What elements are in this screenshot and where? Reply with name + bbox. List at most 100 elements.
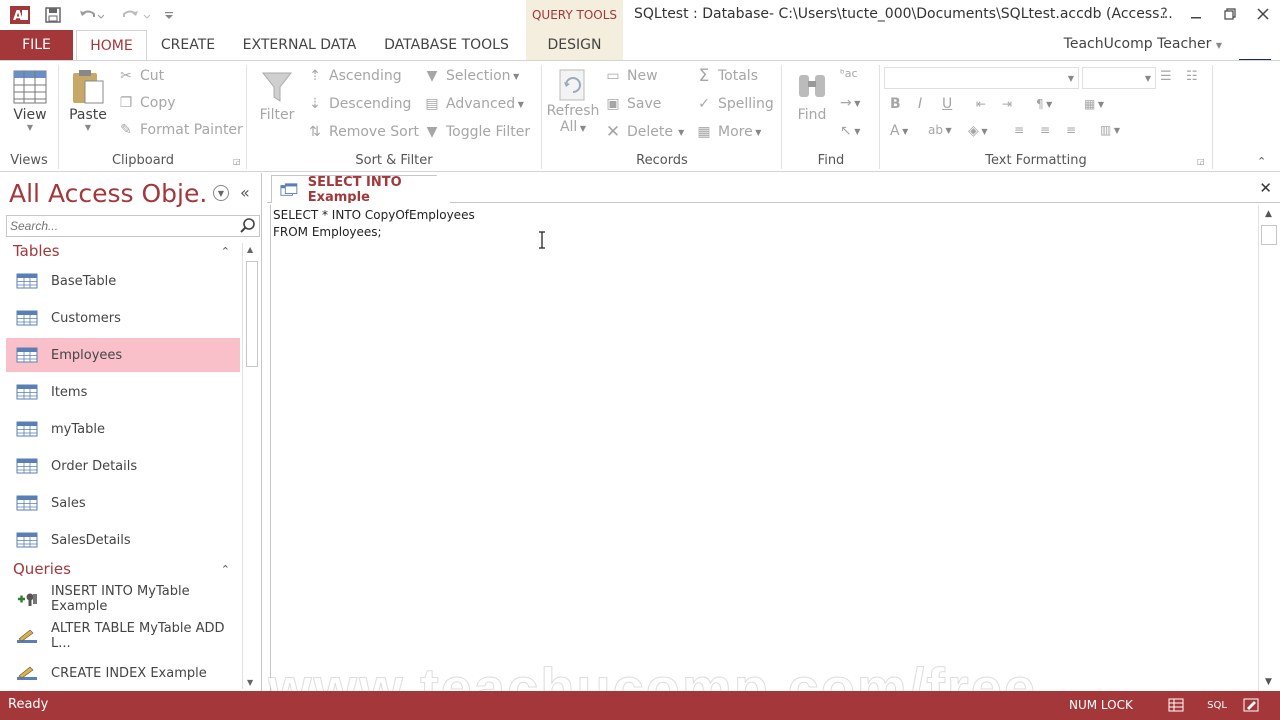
fill-color-button[interactable]: ◈ ▼ [968, 123, 987, 139]
document-tab[interactable]: SELECT INTO Example [271, 175, 451, 203]
minimize-button[interactable] [1182, 3, 1210, 25]
nav-item-table[interactable]: Items [6, 375, 240, 409]
datasheet-view-icon[interactable] [1166, 696, 1186, 714]
align-center-button[interactable]: ≡ [1040, 123, 1050, 137]
search-icon[interactable] [238, 217, 258, 235]
filter-button[interactable]: Filter [254, 67, 300, 123]
selection-button[interactable]: ▼ Selection ▼ [423, 67, 520, 85]
nav-item-table[interactable]: SalesDetails [6, 523, 240, 557]
totals-button[interactable]: Σ Totals [695, 66, 758, 86]
nav-item-table[interactable]: myTable [6, 412, 240, 446]
nav-item-query[interactable]: ALTER TABLE MyTable ADD L... [6, 619, 240, 653]
scroll-up-icon[interactable]: ▲ [247, 245, 253, 254]
collapse-ribbon-icon[interactable]: ⌃ [1257, 155, 1266, 168]
paragraph-direction-button[interactable]: ¶ ▼ [1036, 97, 1052, 111]
tab-external-data[interactable]: EXTERNAL DATA [232, 30, 367, 60]
save-icon[interactable] [42, 4, 64, 26]
scissors-icon: ✂ [120, 68, 132, 84]
tab-file[interactable]: FILE [0, 30, 73, 60]
refresh-all-button[interactable]: Refresh All ▼ [546, 67, 600, 135]
delete-record-button[interactable]: ✕ Delete ▼ [604, 122, 684, 142]
scroll-down-icon[interactable]: ▼ [1265, 677, 1272, 687]
increase-indent-button[interactable]: ⇥ [1002, 97, 1012, 111]
cut-button[interactable]: ✂ Cut [117, 67, 164, 85]
bullets-button[interactable]: ☰ [1160, 69, 1172, 84]
section-header-queries[interactable]: Queries ⌃ [6, 558, 240, 580]
decrease-indent-button[interactable]: ⇤ [976, 97, 986, 111]
find-button[interactable]: Find [790, 67, 834, 123]
search-input[interactable] [6, 215, 260, 237]
nav-item-table[interactable]: Sales [6, 486, 240, 520]
tab-home[interactable]: HOME [76, 30, 147, 61]
ascending-button[interactable]: ⇡ Ascending [306, 67, 401, 85]
replace-button[interactable]: ᵇac [840, 67, 858, 80]
alternate-row-color-button[interactable]: ▥ ▼ [1100, 123, 1120, 137]
bold-button[interactable]: B [890, 96, 901, 112]
font-name-select[interactable]: ▼ [884, 67, 1079, 89]
nav-scrollbar-thumb[interactable] [246, 261, 258, 367]
descending-label: Descending [329, 96, 412, 112]
copy-button[interactable]: ❐ Copy [117, 94, 176, 112]
customize-qat-icon[interactable] [162, 4, 176, 26]
nav-item-table[interactable]: Employees [6, 338, 240, 372]
sql-view-button[interactable]: SQL [1202, 696, 1232, 714]
nav-item-query[interactable]: INSERT INTO MyTable Example [6, 582, 240, 616]
chevron-down-icon[interactable]: ▼ [213, 185, 229, 201]
spelling-button[interactable]: ✓ Spelling [695, 95, 774, 113]
user-account[interactable]: TeachUcomp Teacher ▼ [1064, 36, 1222, 52]
remove-sort-button[interactable]: ⇅ Remove Sort [306, 123, 419, 141]
advanced-button[interactable]: ▤ Advanced ▼ [423, 95, 523, 113]
design-view-icon[interactable] [1240, 696, 1262, 714]
editor-scrollbar-thumb[interactable] [1261, 225, 1277, 245]
help-button[interactable]: ? [1150, 3, 1178, 25]
nav-item-table[interactable]: Customers [6, 301, 240, 335]
view-button[interactable]: View ▼ [8, 67, 52, 132]
sigma-icon: Σ [698, 66, 710, 86]
italic-button[interactable]: I [918, 96, 922, 112]
close-window-button[interactable] [1249, 3, 1277, 25]
select-button[interactable]: ↖ ▼ [840, 123, 860, 139]
gridlines-button[interactable]: ▦ ▼ [1084, 97, 1104, 111]
editor-scrollbar[interactable]: ▲ ▼ [1258, 205, 1280, 691]
more-button[interactable]: ▦ More ▼ [695, 123, 761, 141]
highlight-button[interactable]: ab ▼ [928, 123, 952, 137]
close-icon[interactable]: ✕ [1259, 179, 1272, 197]
text-formatting-launcher-icon[interactable]: ◲ [1197, 157, 1206, 166]
nav-item-query[interactable]: CREATE INDEX Example [6, 656, 240, 690]
descending-button[interactable]: ⇣ Descending [306, 95, 411, 113]
scroll-up-icon[interactable]: ▲ [1265, 209, 1272, 219]
align-right-button[interactable]: ≡ [1066, 123, 1076, 137]
nav-pane-title[interactable]: All Access Obje... [9, 179, 209, 208]
nav-item-table[interactable]: Order Details [6, 449, 240, 483]
clipboard-launcher-icon[interactable]: ◲ [233, 157, 242, 166]
nav-item-table[interactable]: BaseTable [6, 264, 240, 298]
font-color-button[interactable]: A ▼ [890, 123, 908, 139]
restore-button[interactable] [1216, 3, 1244, 25]
undo-icon[interactable] [76, 4, 106, 26]
sql-editor[interactable]: SELECT * INTO CopyOfEmployees FROM Emplo… [270, 205, 1257, 691]
section-header-tables[interactable]: Tables ⌃ [6, 240, 240, 262]
tab-database-tools[interactable]: DATABASE TOOLS [375, 30, 518, 60]
chevron-down-icon: ▼ [1215, 41, 1222, 50]
table-icon [16, 310, 38, 326]
selection-filter-icon: ▼ [426, 68, 438, 84]
toggle-filter-button[interactable]: ▼ Toggle Filter [423, 123, 531, 141]
new-record-button[interactable]: ▭ New [604, 67, 657, 85]
nav-scrollbar[interactable]: ▲ ▼ [242, 243, 260, 689]
document-tab-title: SELECT INTO Example [307, 174, 402, 205]
format-painter-button[interactable]: ✎ Format Painter [117, 121, 243, 139]
redo-icon[interactable] [118, 4, 152, 26]
align-left-button[interactable]: ≡ [1014, 123, 1024, 137]
go-to-button[interactable]: → ▼ [840, 95, 860, 111]
shutter-bar-close-icon[interactable]: « [240, 183, 250, 202]
paste-button[interactable]: Paste ▼ [64, 67, 112, 132]
font-size-select[interactable]: ▼ [1082, 67, 1156, 89]
scroll-down-icon[interactable]: ▼ [247, 678, 253, 687]
numbering-button[interactable]: ☷ [1186, 69, 1198, 84]
tab-create[interactable]: CREATE [152, 30, 224, 60]
tab-design[interactable]: DESIGN [526, 30, 623, 60]
nav-item-label: CREATE INDEX Example [51, 665, 207, 681]
underline-button[interactable]: U [942, 96, 952, 112]
save-record-button[interactable]: ▣ Save [604, 95, 661, 113]
sql-line: SELECT * INTO CopyOfEmployees [273, 208, 475, 222]
